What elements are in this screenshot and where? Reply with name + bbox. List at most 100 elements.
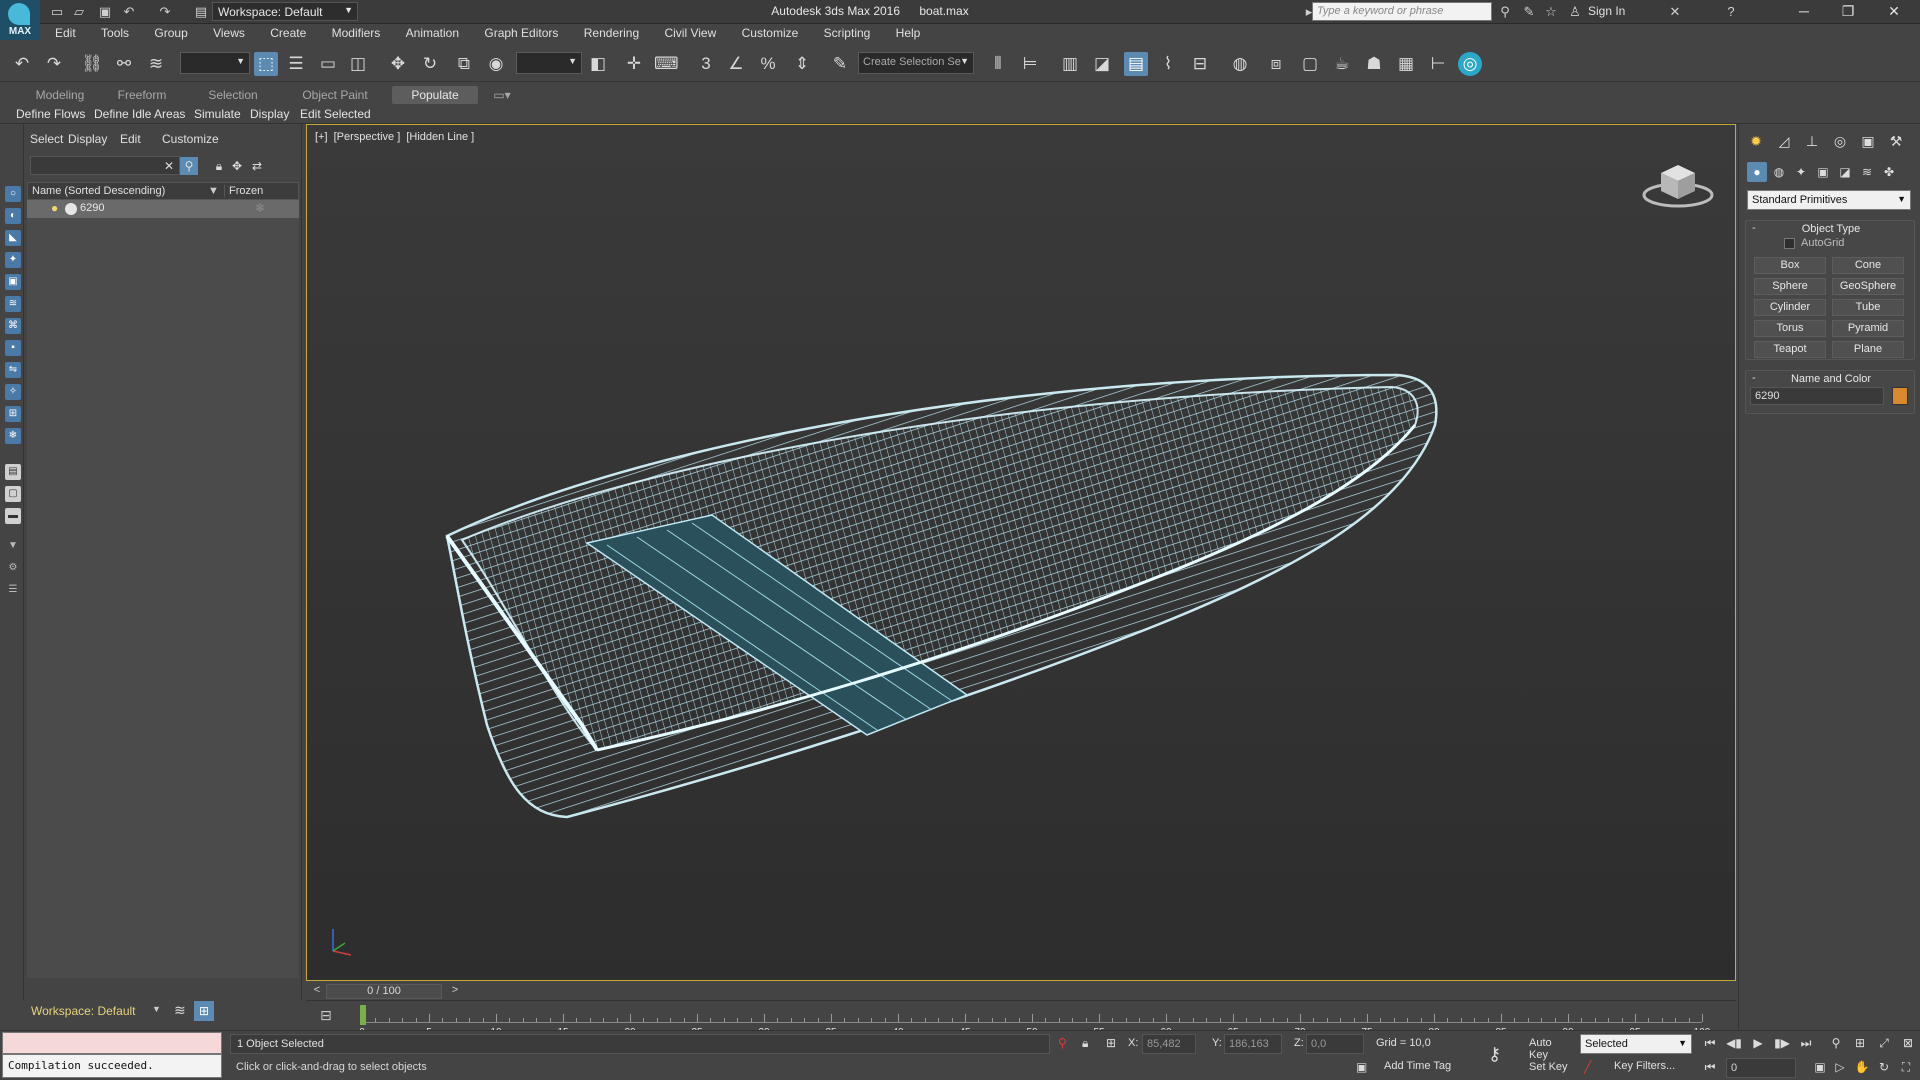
zoom-all-icon[interactable]: ⊞ bbox=[1850, 1034, 1870, 1052]
column-frozen[interactable]: Frozen bbox=[224, 185, 263, 197]
menu-civil-view[interactable]: Civil View bbox=[653, 24, 727, 42]
cylinder-button[interactable]: Cylinder bbox=[1754, 299, 1826, 316]
se-menu-select[interactable]: Select bbox=[30, 132, 63, 146]
layers-icon[interactable]: ≋ bbox=[174, 1002, 186, 1019]
sync-selection-icon[interactable]: ⇄ bbox=[248, 157, 266, 175]
layer-explorer-icon[interactable]: ◪ bbox=[1090, 52, 1114, 76]
unlink-icon[interactable]: ⚯ bbox=[112, 52, 136, 76]
project-folder-icon[interactable]: ▤ bbox=[192, 3, 210, 21]
render-setup-icon[interactable]: ⧈ bbox=[1264, 52, 1288, 76]
toggle-scene-explorer-icon[interactable]: ▥ bbox=[1058, 52, 1082, 76]
add-time-tag-button[interactable]: Add Time Tag bbox=[1384, 1060, 1451, 1072]
scene-explorer-search-input[interactable] bbox=[30, 156, 180, 175]
se-menu-customize[interactable]: Customize bbox=[162, 132, 219, 146]
motion-tab-icon[interactable]: ◎ bbox=[1829, 130, 1851, 152]
next-frame-button[interactable]: > bbox=[448, 984, 462, 996]
zoom-icon[interactable]: ⚲ bbox=[1826, 1034, 1846, 1052]
add-to-layer-icon[interactable]: ✥ bbox=[228, 157, 246, 175]
menu-help[interactable]: Help bbox=[885, 24, 932, 42]
schematic-view-icon[interactable]: ⊟ bbox=[1188, 52, 1212, 76]
visibility-bulb-icon[interactable]: ● bbox=[51, 201, 58, 215]
geosphere-button[interactable]: GeoSphere bbox=[1832, 278, 1904, 295]
time-slider[interactable]: < 0 / 100 > bbox=[306, 983, 1736, 1000]
sign-in-link[interactable]: Sign In bbox=[1588, 4, 1625, 18]
perspective-viewport[interactable]: [+] [Perspective ] [Hidden Line ] bbox=[306, 124, 1736, 981]
viewport-menu[interactable]: [+] bbox=[315, 131, 328, 143]
next-frame-icon[interactable]: ▮▶ bbox=[1772, 1034, 1792, 1052]
hierarchy-icon[interactable]: ⊞ bbox=[194, 1001, 214, 1021]
cone-button[interactable]: Cone bbox=[1832, 257, 1904, 274]
minimize-button[interactable]: ─ bbox=[1782, 0, 1826, 24]
go-to-start-icon[interactable]: ⏮ bbox=[1700, 1034, 1720, 1052]
pyramid-button[interactable]: Pyramid bbox=[1832, 320, 1904, 337]
tube-button[interactable]: Tube bbox=[1832, 299, 1904, 316]
scale-icon[interactable]: ⧉ bbox=[452, 52, 476, 76]
display-helpers-icon[interactable]: ≋ bbox=[5, 296, 21, 312]
undo-icon[interactable]: ↶ bbox=[10, 52, 34, 76]
snaps-toggle-icon[interactable]: 3 bbox=[694, 52, 718, 76]
render-online-icon[interactable]: ⊢ bbox=[1426, 52, 1450, 76]
key-mode-dropdown[interactable]: Selected ▼ bbox=[1580, 1034, 1692, 1054]
time-slider-thumb[interactable]: 0 / 100 bbox=[326, 984, 442, 999]
sphere-button[interactable]: Sphere bbox=[1754, 278, 1826, 295]
display-containers-icon[interactable]: ⊞ bbox=[5, 406, 21, 422]
display-tab-icon[interactable]: ▣ bbox=[1857, 130, 1879, 152]
define-idle-areas-button[interactable]: Define Idle Areas bbox=[90, 106, 189, 122]
chevron-down-icon[interactable]: ▼ bbox=[152, 1004, 161, 1014]
hierarchy-tab-icon[interactable]: ⊥ bbox=[1801, 130, 1823, 152]
display-button[interactable]: Display bbox=[246, 106, 293, 122]
sort-icon[interactable]: ☰ bbox=[5, 582, 21, 598]
ribbon-options-icon[interactable]: ▭▾ bbox=[488, 86, 516, 104]
app-menu-button[interactable]: MAX bbox=[0, 0, 40, 40]
set-key-icon[interactable]: ⚷ bbox=[1488, 1044, 1501, 1065]
named-selection-sets-dropdown[interactable]: Create Selection Se ▼ bbox=[858, 52, 974, 74]
set-key-button[interactable]: Set Key bbox=[1526, 1058, 1576, 1078]
zoom-extents-icon[interactable]: ⤢ bbox=[1874, 1034, 1894, 1052]
current-frame-field[interactable]: 0 bbox=[1726, 1058, 1796, 1078]
material-editor-icon[interactable]: ◍ bbox=[1228, 52, 1252, 76]
simulate-button[interactable]: Simulate bbox=[190, 106, 245, 122]
filter-icon[interactable]: ▼ bbox=[5, 538, 21, 554]
viewport-shading[interactable]: [Hidden Line ] bbox=[406, 131, 474, 143]
key-filters-button[interactable]: Key Filters... bbox=[1614, 1060, 1675, 1072]
display-frozen-icon[interactable]: ❄ bbox=[5, 428, 21, 444]
filter-options-icon[interactable]: ⚙ bbox=[5, 560, 21, 576]
key-mode-toggle-icon[interactable]: ⏮ bbox=[1700, 1058, 1720, 1076]
mini-curve-editor-icon[interactable]: ⊟ bbox=[320, 1007, 332, 1024]
display-bones-icon[interactable]: ✧ bbox=[5, 384, 21, 400]
restore-button[interactable]: ❐ bbox=[1826, 0, 1870, 24]
object-color-swatch[interactable] bbox=[1892, 387, 1908, 405]
modify-tab-icon[interactable]: ◿ bbox=[1773, 130, 1795, 152]
display-lights-icon[interactable]: ✦ bbox=[5, 252, 21, 268]
favorites-star-icon[interactable]: ☆ bbox=[1542, 3, 1560, 21]
torus-button[interactable]: Torus bbox=[1754, 320, 1826, 337]
column-name[interactable]: Name (Sorted Descending) bbox=[32, 185, 165, 197]
shapes-icon[interactable]: ◍ bbox=[1769, 162, 1789, 182]
reference-coordinate-dropdown[interactable]: ▼ bbox=[516, 52, 582, 74]
user-icon[interactable]: ♙ bbox=[1566, 3, 1584, 21]
object-name-field[interactable]: 6290 bbox=[1750, 387, 1884, 405]
binoculars-icon[interactable]: ⚲ bbox=[1496, 3, 1514, 21]
display-cameras-icon[interactable]: ▣ bbox=[5, 274, 21, 290]
tab-selection[interactable]: Selection bbox=[200, 86, 266, 104]
render-iterative-icon[interactable]: ☗ bbox=[1362, 52, 1386, 76]
cameras-icon[interactable]: ▣ bbox=[1813, 162, 1833, 182]
communication-center-icon[interactable]: ✎ bbox=[1520, 3, 1538, 21]
display-all-icon[interactable]: ▬ bbox=[5, 508, 21, 524]
spinner-snap-icon[interactable]: ⇕ bbox=[790, 52, 814, 76]
plane-button[interactable]: Plane bbox=[1832, 341, 1904, 358]
window-crossing-icon[interactable]: ◫ bbox=[346, 52, 370, 76]
create-tab-icon[interactable]: ✹ bbox=[1745, 130, 1767, 152]
help-search-input[interactable]: Type a keyword or phrase bbox=[1312, 2, 1492, 21]
maxscript-listener-input[interactable] bbox=[2, 1032, 222, 1054]
clear-search-icon[interactable]: ✕ bbox=[160, 157, 178, 175]
select-object-icon[interactable]: ⬚ bbox=[254, 52, 278, 76]
pan-icon[interactable]: ✋ bbox=[1852, 1058, 1872, 1076]
key-tangent-icon[interactable]: ╱ bbox=[1584, 1060, 1591, 1074]
mirror-icon[interactable]: ⫴ bbox=[986, 52, 1010, 76]
undo-icon[interactable]: ↶ bbox=[120, 3, 138, 21]
isolate-selection-icon[interactable]: ⚲ bbox=[1058, 1036, 1067, 1050]
selection-filter-dropdown[interactable]: ▼ bbox=[180, 52, 250, 74]
bind-space-warp-icon[interactable]: ≋ bbox=[144, 52, 168, 76]
display-geometry-icon[interactable]: ◐ bbox=[5, 208, 21, 224]
